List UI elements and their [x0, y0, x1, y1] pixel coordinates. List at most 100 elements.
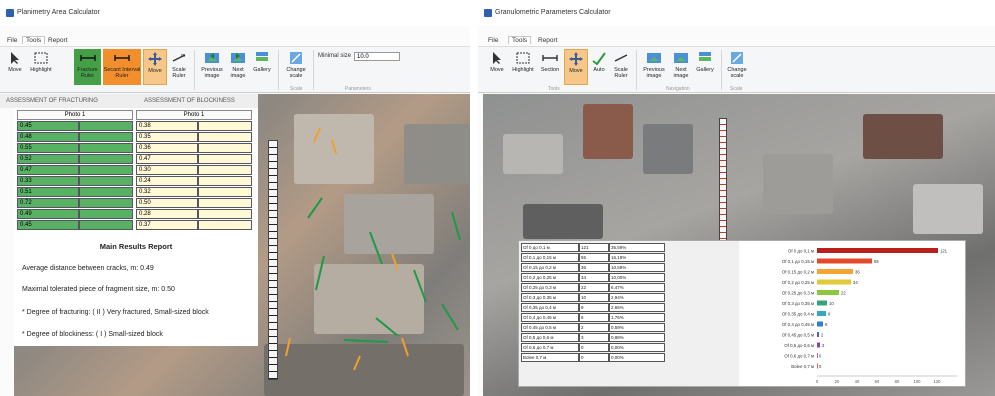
scale-ruler-button[interactable]: Scale Ruler: [610, 49, 632, 85]
fraction-table-cell: Of 0,45 до 0,5 м: [521, 323, 579, 332]
menu-file[interactable]: File: [488, 37, 498, 44]
table-cell[interactable]: 0.24: [136, 176, 198, 186]
highlight-button[interactable]: Highlight: [27, 49, 55, 85]
highlight-button[interactable]: Highlight: [509, 49, 537, 85]
table-cell[interactable]: 0.48: [17, 132, 79, 142]
fraction-table-cell: Of 0,5 до 0,6 м: [521, 333, 579, 342]
report-max-fragment: Maximal tolerated piece of fragment size…: [22, 286, 175, 293]
table-cell-empty[interactable]: [198, 209, 252, 219]
chart-value-label: 6: [825, 322, 828, 327]
ribbon-separator: [194, 50, 195, 90]
chart-value-label: 34: [853, 280, 858, 285]
change-scale-button[interactable]: Change scale: [724, 49, 750, 85]
menu-tools[interactable]: Tools: [22, 36, 46, 44]
scale-ruler-button[interactable]: m Scale Ruler: [168, 49, 190, 85]
table-cell[interactable]: 0.47: [17, 165, 79, 175]
table-cell[interactable]: 0.30: [136, 165, 198, 175]
table-cell[interactable]: 0.50: [136, 198, 198, 208]
menu-tools[interactable]: Tools: [508, 36, 532, 44]
move-button[interactable]: Move: [486, 49, 508, 85]
table-cell-empty[interactable]: [198, 220, 252, 230]
table-cell-empty[interactable]: [79, 143, 133, 153]
pan-button[interactable]: Move: [564, 49, 588, 85]
fracture-ruler-button[interactable]: Fracture Ruler: [74, 49, 101, 85]
marquee-icon: [516, 52, 530, 64]
chart-bar: [817, 353, 818, 358]
gallery-button[interactable]: Gallery: [250, 49, 274, 85]
toolbar-ribbon: Move Highlight Section Move Auto Scale R…: [478, 46, 995, 93]
menu-file[interactable]: File: [7, 37, 17, 44]
table-cell-empty[interactable]: [198, 154, 252, 164]
minimal-size-input[interactable]: 10.0: [354, 52, 400, 61]
table-cell[interactable]: 0.45: [17, 121, 79, 131]
table-cell[interactable]: 0.37: [136, 220, 198, 230]
pan-button[interactable]: Move: [143, 49, 167, 85]
fraction-table-cell: 1,76%: [609, 313, 665, 322]
table-cell[interactable]: 0.49: [17, 209, 79, 219]
table-cell[interactable]: 0.32: [136, 187, 198, 197]
tab-blockiness[interactable]: ASSESSMENT OF BLOCKINESS: [144, 98, 235, 104]
table-cell[interactable]: 0.38: [136, 121, 198, 131]
table-cell-empty[interactable]: [198, 176, 252, 186]
table-cell-empty[interactable]: [79, 176, 133, 186]
chart-bar: [817, 321, 823, 327]
measuring-staff: [719, 118, 727, 248]
table-cell-empty[interactable]: [79, 154, 133, 164]
table-cell[interactable]: 0.28: [136, 209, 198, 219]
menu-report[interactable]: Report: [48, 37, 68, 44]
table-cell-empty[interactable]: [198, 143, 252, 153]
secant-ruler-button[interactable]: Secant Interval Ruler: [103, 49, 141, 85]
table-cell[interactable]: 0.55: [17, 143, 79, 153]
table-cell-empty[interactable]: [79, 220, 133, 230]
auto-button[interactable]: Auto: [589, 49, 609, 85]
table-cell[interactable]: 0.33: [17, 176, 79, 186]
gallery-button[interactable]: Gallery: [694, 49, 716, 85]
rock-fragment: [583, 104, 633, 159]
move-button[interactable]: Move: [3, 49, 27, 85]
table-cell-empty[interactable]: [198, 121, 252, 131]
scale-ruler-icon: m: [172, 53, 186, 62]
table-cell-empty[interactable]: [79, 187, 133, 197]
table-cell-empty[interactable]: [79, 165, 133, 175]
next-image-button[interactable]: Next image: [227, 49, 249, 85]
next-image-button[interactable]: Next image: [670, 49, 692, 85]
fraction-table-cell: 0,59%: [609, 323, 665, 332]
table-cell[interactable]: 0.36: [136, 143, 198, 153]
previous-image-button[interactable]: Previous image: [640, 49, 668, 85]
table-cell-empty[interactable]: [198, 132, 252, 142]
fraction-table-cell: Of 0,3 до 0,35 м: [521, 293, 579, 302]
table-cell[interactable]: 0.45: [17, 220, 79, 230]
table-cell[interactable]: 0.51: [17, 187, 79, 197]
chart-category-label: Of 0,2 до 0,25 м: [782, 280, 814, 285]
tab-fracturing[interactable]: ASSESSMENT OF FRACTURING: [6, 98, 98, 104]
table-cell-empty[interactable]: [198, 165, 252, 175]
fraction-table-cell: Of 0,2 до 0,25 м: [521, 273, 579, 282]
table-cell-empty[interactable]: [198, 198, 252, 208]
fraction-table-cell: 6: [579, 313, 609, 322]
table-cell[interactable]: 0.72: [17, 198, 79, 208]
change-scale-button[interactable]: Change scale: [282, 49, 310, 85]
table-cell[interactable]: 0.35: [136, 132, 198, 142]
previous-image-button[interactable]: Previous image: [198, 49, 226, 85]
chart-category-label: Bolee 0,7 м: [791, 364, 814, 369]
fraction-table-cell: 2,94%: [609, 293, 665, 302]
table-cell-empty[interactable]: [198, 187, 252, 197]
fraction-table-cell: 35,59%: [609, 243, 665, 252]
app-icon: [6, 9, 14, 17]
app-icon: [484, 9, 492, 17]
gallery-icon: [699, 52, 711, 61]
fraction-table-cell: 3: [579, 333, 609, 342]
table-cell-empty[interactable]: [79, 121, 133, 131]
fraction-table-cell: 0: [579, 343, 609, 352]
svg-text:m: m: [181, 53, 185, 59]
fraction-table-cell: Of 0,6 до 0,7 м: [521, 343, 579, 352]
table-cell[interactable]: 0.47: [136, 154, 198, 164]
table-cell-empty[interactable]: [79, 132, 133, 142]
section-button[interactable]: Section: [538, 49, 562, 85]
menu-report[interactable]: Report: [538, 37, 558, 44]
table-cell-empty[interactable]: [79, 198, 133, 208]
table-cell-empty[interactable]: [79, 209, 133, 219]
table-cell[interactable]: 0.52: [17, 154, 79, 164]
chart-value-label: 0: [819, 353, 822, 358]
minimal-size-label: Minimal size: [318, 53, 352, 59]
